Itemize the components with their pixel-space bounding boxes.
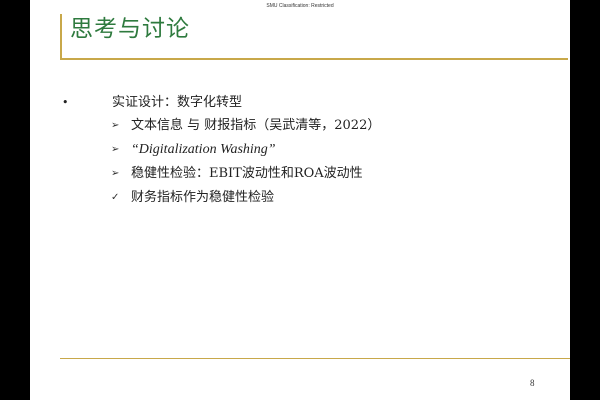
sub-item-text-info: ➢ 文本信息 与 财报指标（吴武清等，2022）: [60, 114, 550, 138]
slide-content: • 实证设计：数字化转型 ➢ 文本信息 与 财报指标（吴武清等，2022） ➢ …: [60, 92, 550, 210]
sub-item-robustness: ➢ 稳健性检验：EBIT波动性和ROA波动性: [60, 162, 550, 186]
sub-item-text: “Digitalization Washing”: [131, 142, 276, 157]
classification-label: SMU Classification: Restricted: [266, 3, 334, 9]
arrow-bullet-icon: ➢: [111, 168, 120, 179]
arrow-bullet-icon: ➢: [111, 120, 120, 131]
checkmark-icon: ✓: [111, 192, 120, 203]
page-number: 8: [530, 378, 535, 388]
slide-title: 思考与讨论: [70, 16, 190, 42]
bullet-dot-icon: •: [62, 96, 69, 109]
arrow-bullet-icon: ➢: [111, 144, 120, 155]
title-divider: [60, 58, 568, 60]
title-accent-bar: [60, 14, 62, 60]
main-bullet-text: 实证设计：数字化转型: [112, 95, 243, 110]
sub-item-digitalization-washing: ➢ “Digitalization Washing”: [60, 138, 550, 162]
sub-item-text: 文本信息 与 财报指标（吴武清等，2022）: [131, 118, 381, 133]
main-bullet: • 实证设计：数字化转型: [60, 92, 550, 114]
presentation-viewer: SMU Classification: Restricted 思考与讨论 • 实…: [0, 0, 600, 400]
sub-item-text: 稳健性检验：EBIT波动性和ROA波动性: [131, 166, 363, 181]
slide: SMU Classification: Restricted 思考与讨论 • 实…: [30, 0, 570, 400]
footer-divider: [60, 358, 570, 359]
sub-item-text: 财务指标作为稳健性检验: [131, 190, 275, 205]
sub-item-financial-indicators: ✓ 财务指标作为稳健性检验: [60, 186, 550, 210]
